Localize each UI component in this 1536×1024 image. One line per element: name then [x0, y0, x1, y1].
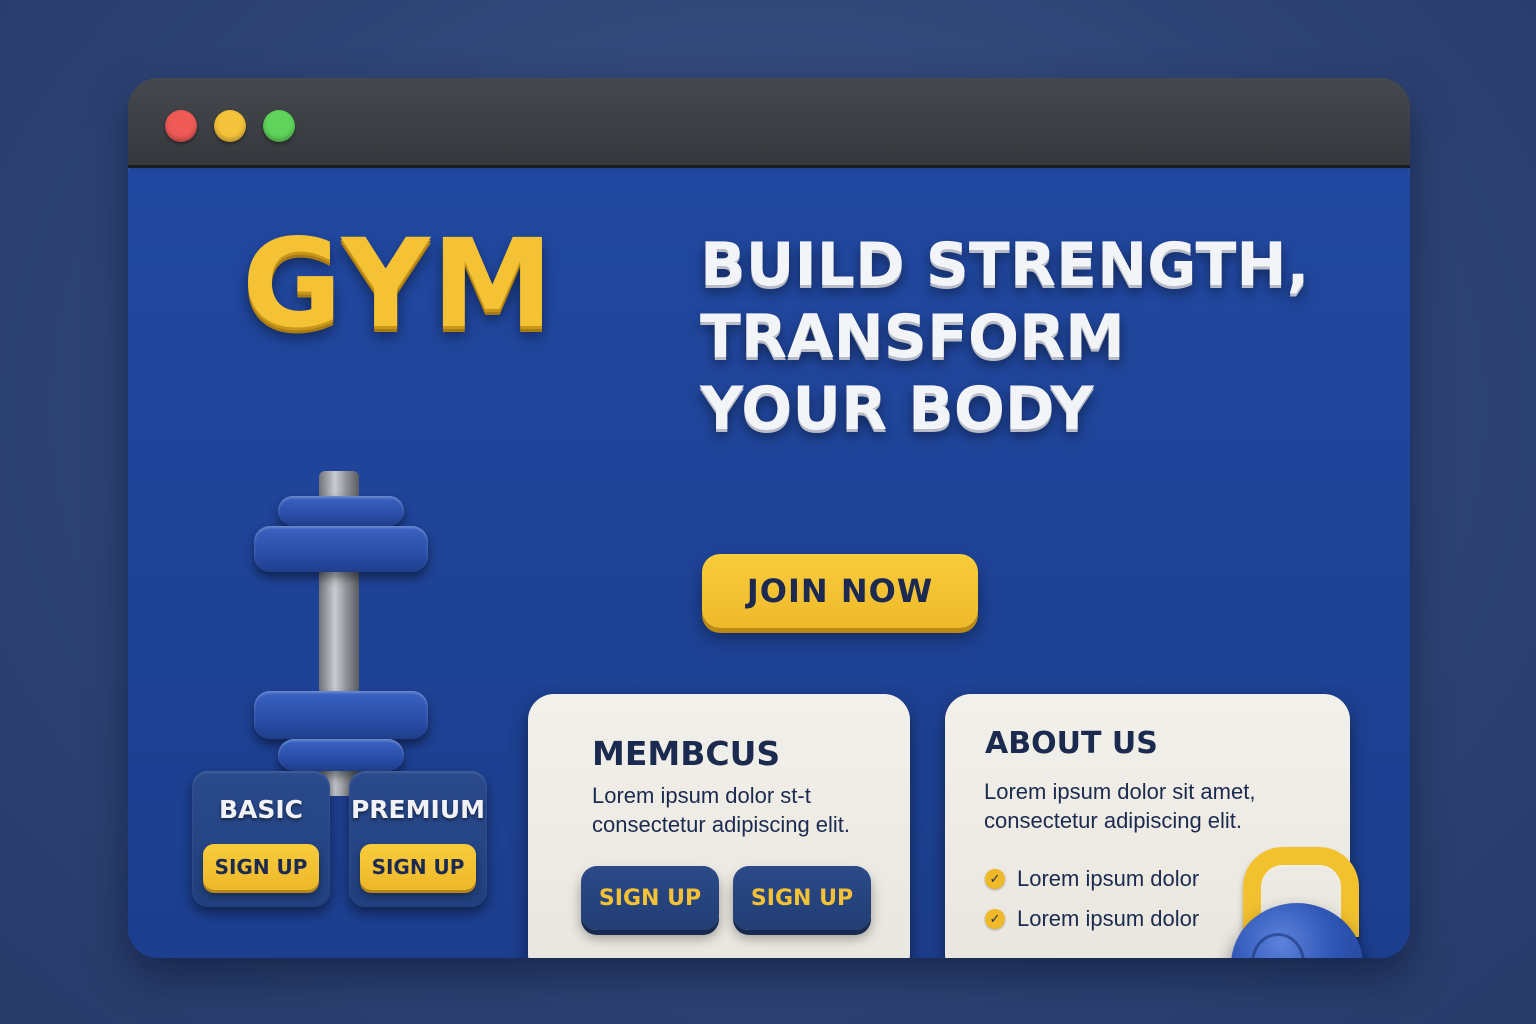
- body-line: consectetur adipiscing elit.: [984, 808, 1243, 833]
- list-item: ✓ Lorem ipsum dolor: [985, 899, 1199, 939]
- kettlebell-ring: [1251, 933, 1305, 958]
- plan-card-premium: PREMIUM SIGN UP: [349, 771, 487, 907]
- plan-title: BASIC: [218, 795, 304, 824]
- check-icon: ✓: [985, 869, 1005, 889]
- bullet-text: Lorem ipsum dolor: [1017, 866, 1200, 891]
- dumbbell-plate: [278, 739, 404, 771]
- dumbbell-plate: [254, 526, 428, 572]
- plan-card-basic: BASIC SIGN UP: [192, 771, 330, 907]
- page-content: GYM BUILD STRENGTH, TRANSFORM YOUR BODY …: [128, 171, 1410, 958]
- list-item: ✓ Lorem ipsum dolor: [985, 859, 1199, 899]
- basic-sign-up-button[interactable]: SIGN UP: [203, 844, 319, 890]
- dumbbell-plate: [254, 691, 428, 739]
- plan-title: PREMIUM: [350, 795, 485, 824]
- check-icon: ✓: [985, 909, 1005, 929]
- members-card: MEMBCUS Lorem ipsum dolor st-t consectet…: [528, 694, 910, 958]
- members-sign-up-button-1[interactable]: SIGN UP: [581, 866, 719, 930]
- members-card-title: MEMBCUS: [592, 734, 781, 773]
- maximize-button[interactable]: [263, 110, 295, 142]
- members-sign-up-button-2[interactable]: SIGN UP: [733, 866, 871, 930]
- about-card-body: Lorem ipsum dolor sit amet, consectetur …: [984, 777, 1324, 835]
- body-line: Lorem ipsum dolor sit amet,: [984, 779, 1256, 804]
- dumbbell-icon: [254, 471, 428, 796]
- close-button[interactable]: [165, 110, 197, 142]
- bullet-text: Lorem ipsum dolor: [1017, 906, 1200, 931]
- join-now-button[interactable]: JOIN NOW: [702, 554, 978, 628]
- title-bar: [128, 78, 1410, 168]
- body-line: consectetur adipiscing elit.: [592, 812, 851, 837]
- dumbbell-plate: [278, 496, 404, 526]
- hero-headline: BUILD STRENGTH, TRANSFORM YOUR BODY: [700, 229, 1360, 445]
- minimize-button[interactable]: [214, 110, 246, 142]
- about-bullet-list: ✓ Lorem ipsum dolor ✓ Lorem ipsum dolor: [985, 859, 1199, 939]
- about-card-title: ABOUT US: [985, 726, 1158, 761]
- gym-logo: GYM: [242, 213, 556, 355]
- headline-line-3: YOUR BODY: [700, 374, 1094, 444]
- browser-window: GYM BUILD STRENGTH, TRANSFORM YOUR BODY …: [128, 78, 1410, 958]
- kettlebell-icon: [1231, 847, 1363, 958]
- headline-line-2: TRANSFORM: [700, 302, 1125, 372]
- members-card-body: Lorem ipsum dolor st-t consectetur adipi…: [592, 781, 892, 839]
- headline-line-1: BUILD STRENGTH,: [700, 230, 1310, 300]
- premium-sign-up-button[interactable]: SIGN UP: [360, 844, 476, 890]
- body-line: Lorem ipsum dolor st-t: [592, 783, 811, 808]
